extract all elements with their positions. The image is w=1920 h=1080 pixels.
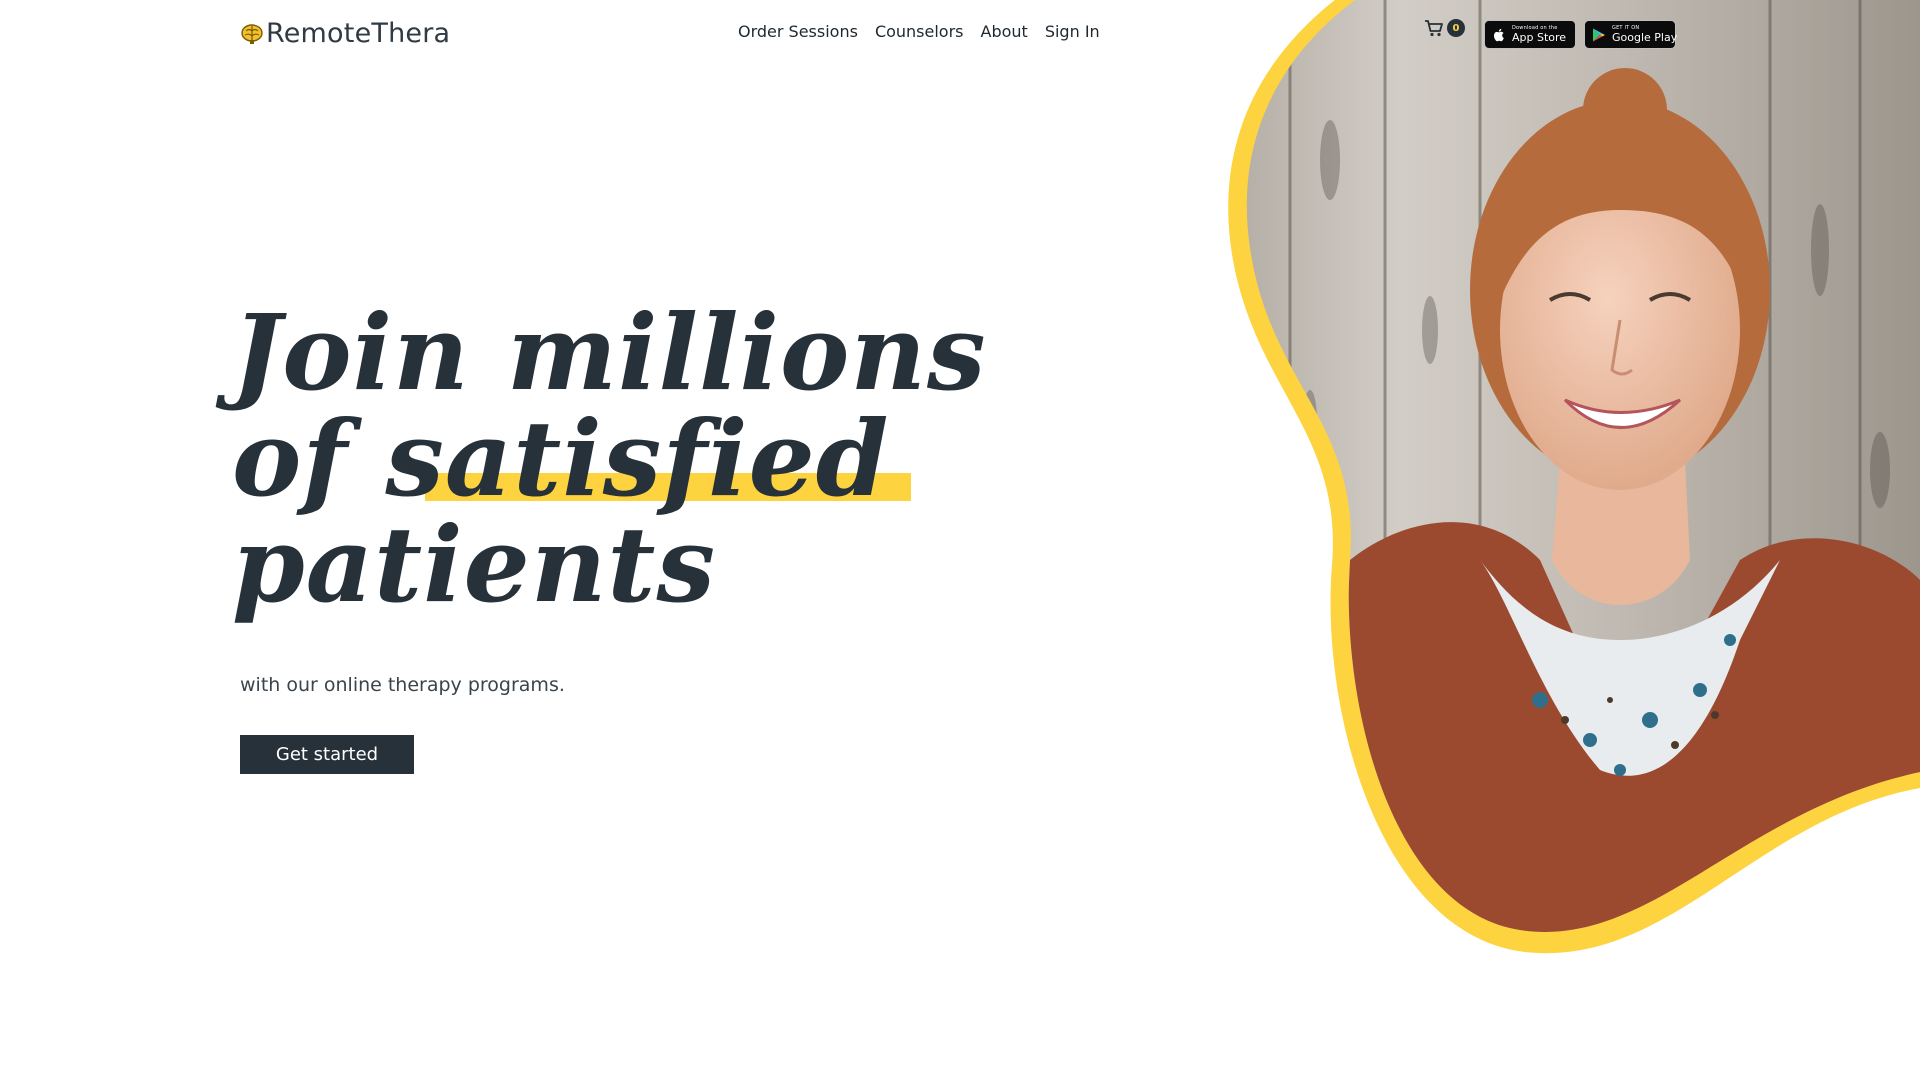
headline-line-2: of satisfied (232, 406, 952, 512)
headline-highlight: satisfied (385, 397, 912, 520)
nav-about[interactable]: About (981, 22, 1028, 41)
brand-name: RemoteThera (266, 18, 451, 49)
hero-photo (1180, 0, 1920, 1000)
hero-photo-blob (1228, 0, 1920, 954)
google-play-big: Google Play (1612, 31, 1678, 44)
nav-sign-in[interactable]: Sign In (1045, 22, 1100, 41)
cart-button[interactable]: 0 (1424, 18, 1465, 38)
cart-count-badge: 0 (1447, 19, 1465, 37)
hero-headline: Join millions of satisfied patients (232, 291, 987, 626)
nav-order-sessions[interactable]: Order Sessions (738, 22, 858, 41)
app-store-text: Download on the App Store (1512, 26, 1567, 44)
google-play-button[interactable]: GET IT ON Google Play (1584, 20, 1678, 49)
play-icon (1593, 28, 1605, 41)
app-store-button[interactable]: Download on the App Store (1484, 20, 1576, 49)
apple-icon (1493, 28, 1504, 41)
get-started-button[interactable]: Get started (240, 735, 414, 774)
brain-icon (241, 23, 263, 44)
cart-icon (1425, 20, 1443, 37)
app-store-big: App Store (1512, 31, 1567, 44)
headline-line-2-prefix: of (232, 397, 386, 520)
headline-line-3: patients (232, 503, 717, 626)
google-play-text: GET IT ON Google Play (1612, 26, 1678, 44)
nav-counselors[interactable]: Counselors (875, 22, 964, 41)
main-nav: Order Sessions Counselors About Sign In (738, 22, 1100, 41)
headline-line-1: Join millions (232, 291, 987, 414)
brand-logo[interactable]: RemoteThera (240, 18, 450, 49)
hero-subtext: with our online therapy programs. (240, 674, 565, 696)
